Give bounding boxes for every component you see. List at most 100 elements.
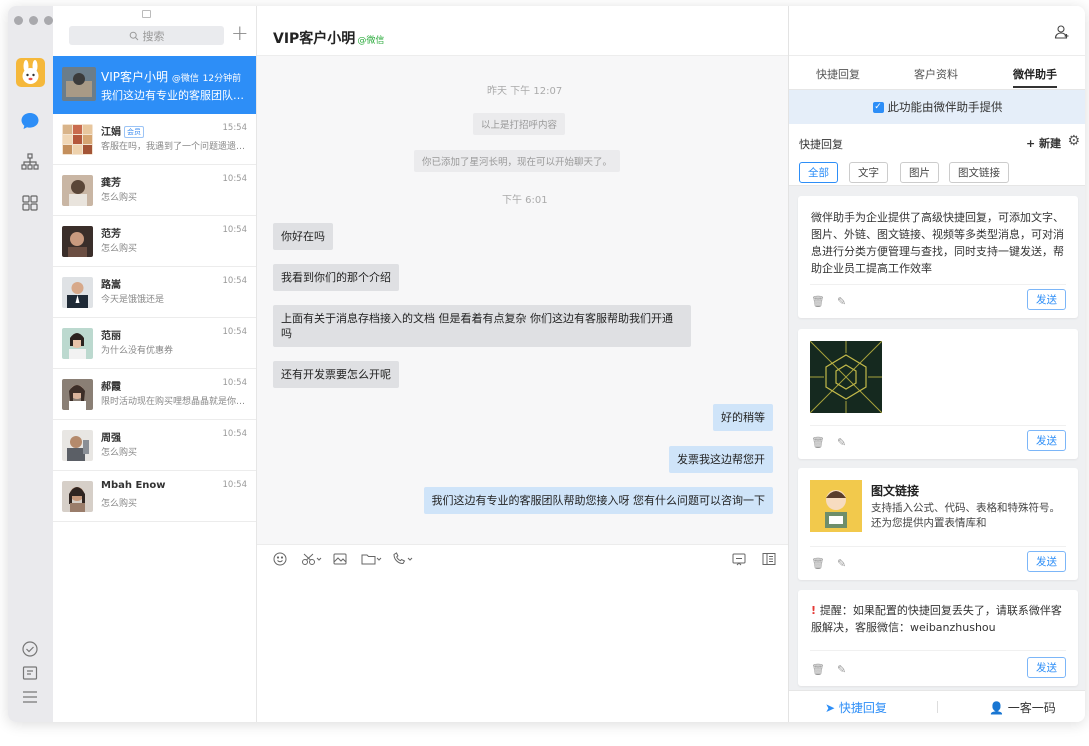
tab-customer-info[interactable]: 客户资料	[914, 66, 958, 82]
incoming-message: 上面有关于消息存档接入的文档 但是看着有点复杂 你们这边有客服帮助我们开通吗	[273, 305, 691, 347]
conversation-time: 10:54	[222, 174, 248, 184]
qr-code-footer-button[interactable]: 👤 一客一码	[989, 699, 1056, 716]
close-dot[interactable]	[14, 16, 23, 25]
gear-icon[interactable]: ⚙	[1067, 133, 1080, 149]
conversation-name: 范芳	[101, 229, 121, 240]
edit-icon[interactable]: ✎	[837, 295, 846, 308]
conversation-name: VIP客户小明 @微信 12分钟前	[101, 70, 242, 84]
tab-quick-reply[interactable]: 快捷回复	[816, 66, 860, 82]
edit-icon[interactable]: ✎	[837, 557, 846, 570]
conversation-list: 搜索 + VIP客户小明 @微信 12分钟前 我们这边有专业的客服团队帮助您接入…	[53, 6, 257, 722]
notice-text: 此功能由微伴助手提供	[887, 100, 1003, 114]
maximize-dot[interactable]	[44, 16, 53, 25]
emoji-icon[interactable]	[273, 552, 287, 570]
conversation-item[interactable]: 范芳 10:54 怎么购买	[53, 216, 256, 267]
search-icon	[129, 31, 138, 40]
conversation-time: 10:54	[222, 429, 248, 439]
app-logo[interactable]	[16, 58, 45, 87]
delete-icon[interactable]: 🗑	[811, 295, 825, 308]
delete-icon[interactable]: 🗑	[811, 557, 825, 570]
conversation-item[interactable]: 龚芳 10:54 怎么购买	[53, 165, 256, 216]
link-desc: 支持插入公式、代码、表格和特殊符号。还为您提供内置表情库和	[871, 502, 1060, 529]
quick-reply-card: 🗑 ✎ 发送	[798, 329, 1078, 459]
send-button[interactable]: 发送	[1027, 551, 1066, 572]
edit-icon[interactable]: ✎	[837, 663, 846, 676]
conversation-item[interactable]: 江娟 会员 15:54 客服在吗，我遇到了一个问题遗遗遗遗	[53, 114, 256, 165]
conversation-name: 龚芳	[101, 178, 121, 189]
quick-reply-header: 快捷回复 + 新建 ⚙ 全部 文字 图片 图文链接	[789, 124, 1085, 186]
menu-icon[interactable]	[20, 687, 42, 709]
inbox-icon[interactable]	[20, 663, 42, 685]
filter-link[interactable]: 图文链接	[949, 162, 1009, 183]
quick-reply-card: 微伴助手为企业提供了高级快捷回复，可添加文字、图片、外链、图文链接、视频等多类型…	[798, 196, 1078, 318]
conversation-name: Mbah Enow	[101, 480, 166, 491]
send-button[interactable]: 发送	[1027, 657, 1066, 678]
conversation-preview: 我们这边有专业的客服团队帮助您接入呀	[101, 89, 247, 102]
system-message: 你已添加了星河长明，现在可以开始聊天了。	[414, 150, 621, 172]
outgoing-message: 我们这边有专业的客服团队帮助您接入呀 您有什么问题可以咨询一下	[423, 487, 773, 514]
avatar	[62, 481, 93, 512]
message-composer[interactable]	[257, 544, 788, 722]
drag-handle-icon[interactable]	[142, 10, 151, 18]
panel-footer: ➤ 快捷回复 👤 一客一码	[789, 690, 1085, 722]
quick-reply-footer-button[interactable]: ➤ 快捷回复	[825, 699, 887, 716]
conversation-item[interactable]: 郝霞 10:54 限时活动现在购买哩想晶晶就是你想想想	[53, 369, 256, 420]
link-title: 图文链接	[871, 484, 920, 498]
conversation-item[interactable]: 路嵩 10:54 今天是饿饿还是	[53, 267, 256, 318]
screenshot-icon[interactable]	[301, 552, 323, 570]
tab-weiban-assistant[interactable]: 微伴助手	[1013, 66, 1057, 88]
alert-icon: !	[811, 604, 820, 617]
card-image	[809, 340, 883, 414]
assistant-panel: 快捷回复 客户资料 微伴助手 ✓ 此功能由微伴助手提供 快捷回复 + 新建 ⚙ …	[788, 6, 1085, 722]
conversation-preview: 怎么购买	[101, 448, 138, 458]
conversation-item[interactable]: VIP客户小明 @微信 12分钟前 我们这边有专业的客服团队帮助您接入呀	[53, 56, 256, 114]
minimize-dot[interactable]	[29, 16, 38, 25]
delete-icon[interactable]: 🗑	[811, 436, 825, 449]
folder-icon[interactable]	[361, 552, 383, 570]
phone-icon[interactable]	[392, 552, 414, 570]
conversation-time: 15:54	[222, 123, 248, 133]
checkbox-icon: ✓	[872, 101, 884, 113]
image-icon[interactable]	[333, 552, 347, 570]
left-rail	[8, 6, 53, 722]
avatar	[62, 124, 93, 155]
side-panel-icon[interactable]	[762, 552, 776, 570]
conversation-time: 10:54	[222, 327, 248, 337]
check-circle-icon[interactable]	[20, 639, 42, 661]
add-conversation-button[interactable]: +	[231, 21, 249, 45]
apps-grid-icon[interactable]	[20, 193, 42, 215]
delete-icon[interactable]: 🗑	[811, 663, 825, 676]
conversation-preview: 怎么购买	[101, 499, 138, 509]
list-header: 搜索 +	[53, 6, 256, 56]
conversation-item[interactable]: 范丽 10:54 为什么没有优惠券	[53, 318, 256, 369]
conversation-time: 10:54	[222, 276, 248, 286]
conversation-name: 江娟 会员	[101, 123, 144, 138]
conversation-name: 路嵩	[101, 280, 121, 291]
chat-icon[interactable]	[20, 111, 42, 133]
avatar	[62, 430, 93, 461]
conversation-name: 范丽	[101, 331, 121, 342]
org-chart-icon[interactable]	[20, 152, 42, 174]
add-user-icon[interactable]	[1054, 24, 1070, 44]
chat-record-icon[interactable]	[732, 552, 746, 570]
system-message: 以上是打招呼内容	[473, 113, 566, 135]
filter-image[interactable]: 图片	[900, 162, 939, 183]
panel-tabs: 快捷回复 客户资料 微伴助手	[789, 56, 1085, 90]
edit-icon[interactable]: ✎	[837, 436, 846, 449]
filter-text[interactable]: 文字	[849, 162, 888, 183]
send-button[interactable]: 发送	[1027, 430, 1066, 451]
send-button[interactable]: 发送	[1027, 289, 1066, 310]
conversation-item[interactable]: 周强 10:54 怎么购买	[53, 420, 256, 471]
filter-all[interactable]: 全部	[799, 162, 838, 183]
quick-reply-card: 图文链接 支持插入公式、代码、表格和特殊符号。还为您提供内置表情库和 🗑 ✎ 发送	[798, 468, 1078, 580]
member-badge: 会员	[124, 126, 144, 138]
conversation-time: 10:54	[222, 480, 248, 490]
conversation-item[interactable]: Mbah Enow 10:54 怎么购买	[53, 471, 256, 522]
search-input[interactable]: 搜索	[69, 26, 224, 45]
conversation-preview: 怎么购买	[101, 193, 138, 203]
avatar	[62, 226, 93, 257]
conversation-time: 10:54	[222, 225, 248, 235]
wechat-source: @微信	[357, 36, 385, 46]
conversation-preview: 限时活动现在购买哩想晶晶就是你想想想	[101, 397, 247, 407]
new-button[interactable]: + 新建	[1026, 135, 1061, 151]
